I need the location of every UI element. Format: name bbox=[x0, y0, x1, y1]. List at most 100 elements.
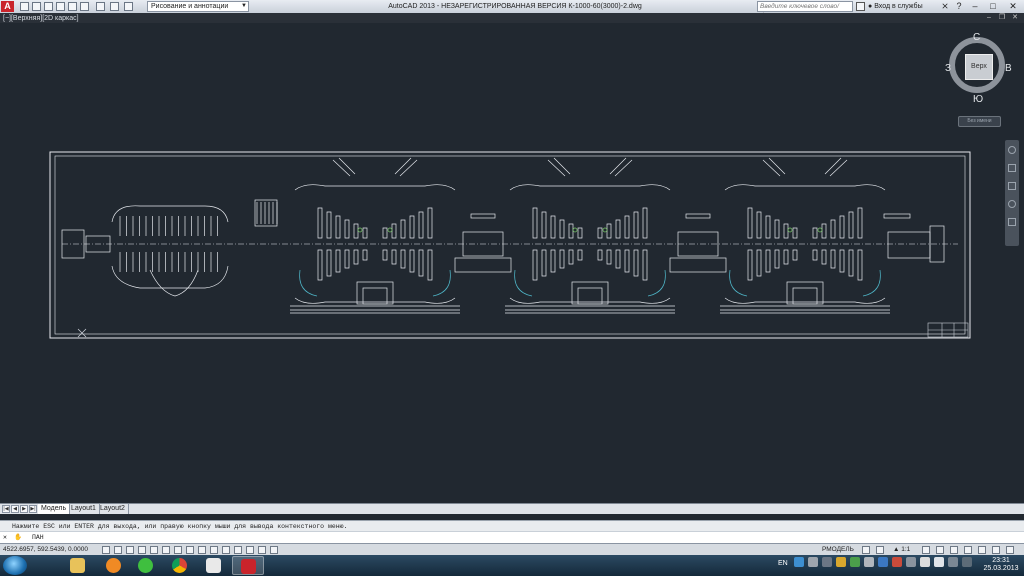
ortho-toggle[interactable] bbox=[138, 546, 146, 554]
otrack-toggle[interactable] bbox=[186, 546, 194, 554]
lp-blade bbox=[568, 223, 574, 239]
lp-blade bbox=[541, 211, 547, 239]
lineweight-toggle[interactable] bbox=[222, 546, 230, 554]
wcs-menu[interactable]: Без имени bbox=[958, 116, 1001, 127]
annotation-scale[interactable]: ▲ 1:1 bbox=[893, 545, 910, 555]
lp-blade bbox=[747, 249, 753, 281]
last-tab-button[interactable]: ▶| bbox=[29, 505, 37, 513]
clean-screen-icon[interactable] bbox=[1006, 546, 1014, 554]
pan-icon[interactable] bbox=[1008, 164, 1016, 172]
compass-east[interactable]: В bbox=[1005, 63, 1012, 74]
compass-north[interactable]: С bbox=[973, 32, 980, 43]
input-language[interactable]: EN bbox=[778, 560, 788, 567]
selection-cycling-toggle[interactable] bbox=[258, 546, 266, 554]
coordinates-readout[interactable]: 4522.6957, 592.5439, 0.0000 bbox=[3, 545, 88, 555]
isolate-objects-icon[interactable] bbox=[992, 546, 1000, 554]
dyn-toggle[interactable] bbox=[210, 546, 218, 554]
ducs-toggle[interactable] bbox=[198, 546, 206, 554]
zoom-icon[interactable] bbox=[1008, 182, 1016, 190]
clock[interactable]: 23:31 25.03.2013 bbox=[980, 557, 1022, 573]
snap-toggle[interactable] bbox=[114, 546, 122, 554]
hardware-acceleration-icon[interactable] bbox=[978, 546, 986, 554]
grid-toggle[interactable] bbox=[126, 546, 134, 554]
turbine-section-drawing bbox=[61, 157, 945, 314]
drawing-inner-frame bbox=[54, 155, 966, 335]
lp-blade bbox=[615, 249, 621, 269]
lp-blade bbox=[344, 219, 350, 239]
exhaust-hood bbox=[149, 269, 199, 297]
model-space-toggle[interactable]: РМОДЕЛЬ bbox=[822, 545, 854, 555]
command-line[interactable]: ✕ ✋ ПАН bbox=[0, 531, 1024, 543]
lp-blade bbox=[642, 249, 648, 281]
tray-icon-5[interactable] bbox=[850, 557, 860, 567]
tray-icon-9[interactable] bbox=[906, 557, 916, 567]
tray-icon-3[interactable] bbox=[822, 557, 832, 567]
media-player-icon bbox=[106, 558, 121, 573]
previous-tab-button[interactable]: ◀ bbox=[11, 505, 19, 513]
infer-constraints-toggle[interactable] bbox=[102, 546, 110, 554]
lp-blade bbox=[774, 219, 780, 239]
taskbar-7zip[interactable] bbox=[198, 556, 230, 575]
taskbar-chrome[interactable] bbox=[164, 556, 196, 575]
compass-west[interactable]: З bbox=[945, 63, 951, 74]
lp-blade bbox=[633, 211, 639, 239]
navigation-bar[interactable] bbox=[1005, 140, 1019, 246]
lp-blade bbox=[344, 249, 350, 269]
volume-icon[interactable] bbox=[934, 557, 944, 567]
tab-model[interactable]: Модель bbox=[38, 504, 71, 514]
quick-properties-toggle[interactable] bbox=[246, 546, 254, 554]
action-center-icon[interactable] bbox=[948, 557, 958, 567]
network-icon[interactable] bbox=[920, 557, 930, 567]
annotation-visibility-icon[interactable] bbox=[922, 546, 930, 554]
lp-blade bbox=[532, 207, 538, 239]
quick-view-drawings-icon[interactable] bbox=[876, 546, 884, 554]
foundation-block bbox=[571, 281, 609, 305]
lp-blade bbox=[756, 211, 762, 239]
3d-osnap-toggle[interactable] bbox=[174, 546, 182, 554]
taskbar-media-player[interactable] bbox=[98, 556, 130, 575]
tab-layout1[interactable]: Layout1 bbox=[68, 504, 100, 514]
steering-wheel-icon[interactable] bbox=[1008, 146, 1016, 154]
lock-icon[interactable] bbox=[964, 546, 972, 554]
tray-icon-7[interactable] bbox=[878, 557, 888, 567]
tray-icon-2[interactable] bbox=[808, 557, 818, 567]
folder-icon bbox=[70, 558, 85, 573]
workspace-switching-icon[interactable] bbox=[950, 546, 958, 554]
drawing-canvas[interactable] bbox=[0, 0, 1024, 500]
tab-layout2[interactable]: Layout2 bbox=[97, 504, 129, 514]
taskbar-icq[interactable] bbox=[130, 556, 162, 575]
orbit-icon[interactable] bbox=[1008, 200, 1016, 208]
tray-icon-4[interactable] bbox=[836, 557, 846, 567]
lp-blade bbox=[783, 249, 789, 265]
lp-blade bbox=[812, 249, 818, 261]
layout-tabs: |◀ ◀ ▶ ▶| Модель Layout1 Layout2 bbox=[0, 503, 1024, 514]
lp-blade bbox=[792, 249, 798, 261]
viewcube-top-face[interactable]: Верх bbox=[965, 54, 993, 80]
inlet-pipe bbox=[547, 159, 566, 177]
lp-blade bbox=[418, 249, 424, 277]
osnap-toggle[interactable] bbox=[162, 546, 170, 554]
tray-icon-8[interactable] bbox=[892, 557, 902, 567]
next-tab-button[interactable]: ▶ bbox=[20, 505, 28, 513]
taskbar-autocad[interactable] bbox=[232, 556, 264, 575]
coupling-cover bbox=[470, 213, 496, 219]
inlet-pipe bbox=[553, 157, 571, 175]
lp-blade bbox=[624, 249, 630, 273]
showmotion-icon[interactable] bbox=[1008, 218, 1016, 226]
annotation-monitor-toggle[interactable] bbox=[270, 546, 278, 554]
transparency-toggle[interactable] bbox=[234, 546, 242, 554]
lp-blade bbox=[615, 219, 621, 239]
power-icon[interactable] bbox=[962, 557, 972, 567]
lp-blade bbox=[783, 223, 789, 239]
tray-icon-6[interactable] bbox=[864, 557, 874, 567]
taskbar-explorer[interactable] bbox=[62, 556, 94, 575]
first-tab-button[interactable]: |◀ bbox=[2, 505, 10, 513]
quick-view-layouts-icon[interactable] bbox=[862, 546, 870, 554]
tray-icon-1[interactable] bbox=[794, 557, 804, 567]
polar-toggle[interactable] bbox=[150, 546, 158, 554]
viewcube[interactable]: Верх С Ю В З bbox=[944, 32, 1020, 108]
compass-south[interactable]: Ю bbox=[973, 94, 983, 105]
start-button[interactable] bbox=[3, 556, 27, 575]
generator-cover bbox=[883, 213, 911, 219]
auto-scale-icon[interactable] bbox=[936, 546, 944, 554]
